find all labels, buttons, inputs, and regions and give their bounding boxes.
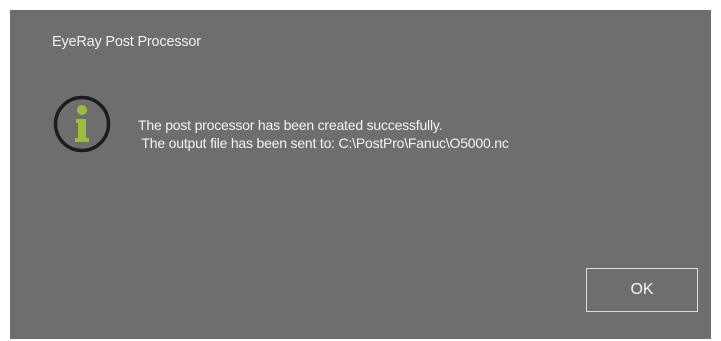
message-dialog: EyeRay Post Processor The post processor…	[10, 10, 711, 339]
info-icon	[52, 94, 112, 154]
ok-button[interactable]: OK	[586, 268, 698, 312]
dialog-message: The post processor has been created succ…	[138, 116, 509, 152]
dialog-title: EyeRay Post Processor	[52, 34, 201, 50]
message-line-1: The post processor has been created succ…	[138, 117, 443, 133]
message-line-2: The output file has been sent to: C:\Pos…	[138, 135, 509, 151]
